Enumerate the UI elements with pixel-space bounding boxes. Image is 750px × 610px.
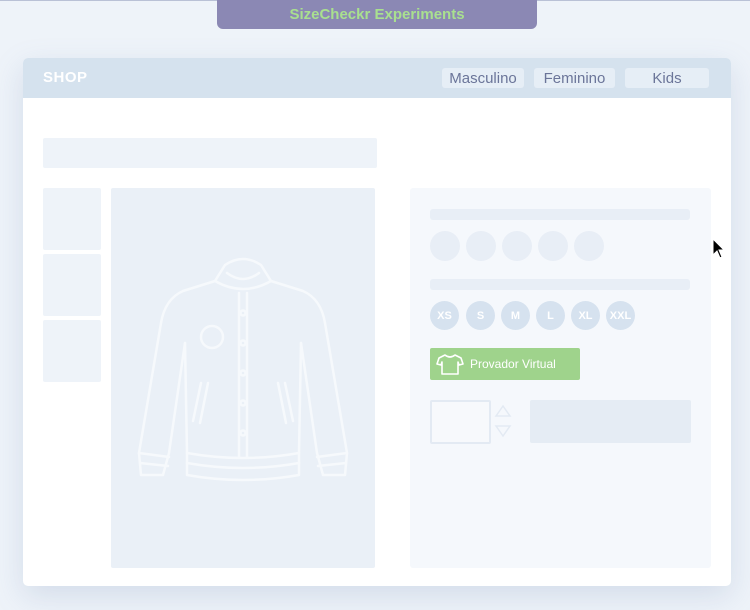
nav-feminino[interactable]: Feminino [534,68,615,88]
nav-kids[interactable]: Kids [625,68,709,88]
add-to-cart-button[interactable] [530,400,691,443]
color-swatch-3[interactable] [502,231,532,261]
tshirt-icon [436,354,464,375]
experiment-tab-label: SizeCheckr Experiments [289,6,465,23]
virtual-fitting-label: Provador Virtual [470,357,556,371]
size-xl[interactable]: XL [571,301,600,330]
experiment-tab[interactable]: SizeCheckr Experiments [217,0,537,29]
size-xxl[interactable]: XXL [606,301,635,330]
color-swatch-4[interactable] [538,231,568,261]
color-swatch-1[interactable] [430,231,460,261]
product-details-panel: XS S M L XL XXL Provador Virtual [410,188,711,568]
nav-masculino[interactable]: Masculino [442,68,524,88]
thumbnail-2[interactable] [43,254,101,316]
thumbnail-3[interactable] [43,320,101,382]
size-s[interactable]: S [466,301,495,330]
shop-window: SHOP Masculino Feminino Kids XS S M L XL… [23,58,731,586]
title-placeholder [430,209,690,220]
color-swatch-2[interactable] [466,231,496,261]
product-main-image [111,188,375,568]
chevron-up-icon[interactable] [494,404,512,418]
thumbnail-1[interactable] [43,188,101,250]
size-xs[interactable]: XS [430,301,459,330]
breadcrumb-placeholder [43,138,377,168]
jacket-illustration [137,257,349,482]
shop-logo[interactable]: SHOP [43,69,88,86]
mouse-cursor-icon [712,238,726,259]
color-swatch-5[interactable] [574,231,604,261]
quantity-input[interactable] [430,400,491,444]
size-l[interactable]: L [536,301,565,330]
chevron-down-icon[interactable] [494,424,512,438]
virtual-fitting-button[interactable]: Provador Virtual [430,348,580,380]
size-m[interactable]: M [501,301,530,330]
shop-navbar: SHOP Masculino Feminino Kids [23,58,731,98]
size-header-placeholder [430,279,690,290]
